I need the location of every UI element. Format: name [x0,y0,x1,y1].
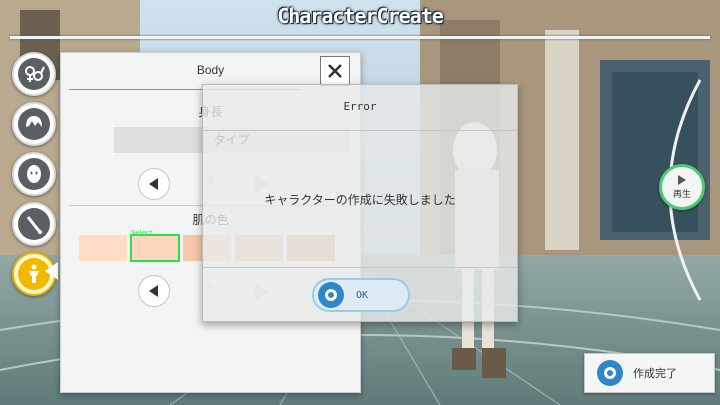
brush-icon [18,208,50,240]
dialog-footer-divider [203,267,517,268]
face-button[interactable] [12,152,56,196]
dialog-header-divider [203,130,517,131]
active-pointer [45,262,58,280]
select-tag: Select [131,229,153,237]
header-bar: CharacterCreate [0,0,720,44]
dialog-message: キャラクターの作成に失敗しました [264,193,456,207]
hair-button[interactable] [12,102,56,146]
play-button[interactable]: 再生 [659,164,705,210]
header-divider [10,36,710,39]
play-label: 再生 [672,189,691,200]
gender-button[interactable] [12,52,56,96]
circle-button-icon [318,282,344,308]
hair-icon [18,108,50,140]
panel-title: Body [196,63,225,77]
makeup-button[interactable] [12,202,56,246]
dialog-title: Error [343,100,377,113]
skin-swatch[interactable] [79,235,127,261]
play-icon [678,174,686,185]
arrow-left-icon [149,285,158,297]
finish-create-label: 作成完了 [633,367,677,380]
ok-button[interactable]: OK [312,278,410,312]
circle-button-icon [597,360,623,386]
height-prev-button[interactable] [138,168,170,200]
skin-swatch-selected[interactable] [130,234,180,262]
finish-create-button[interactable]: 作成完了 [584,353,715,393]
gender-icon [18,58,50,90]
face-icon [18,158,50,190]
ok-label: OK [356,289,369,301]
close-button[interactable] [320,56,350,86]
arrow-left-icon [149,178,158,190]
error-dialog: Error キャラクターの作成に失敗しました OK [202,84,518,322]
skin-prev-button[interactable] [138,275,170,307]
screen-title: CharacterCreate [277,4,444,28]
close-icon [328,64,342,78]
